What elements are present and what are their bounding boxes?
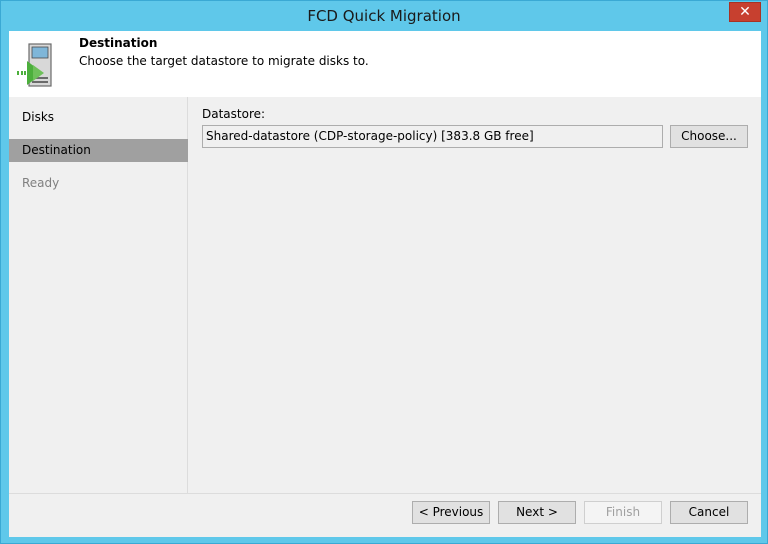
close-icon: ✕: [739, 4, 751, 20]
choose-datastore-button[interactable]: Choose...: [670, 125, 748, 148]
nav-step-destination[interactable]: Destination: [9, 139, 188, 162]
close-button[interactable]: ✕: [729, 2, 761, 22]
nav-step-ready: Ready: [22, 176, 60, 190]
destination-panel: Datastore: Shared-datastore (CDP-storage…: [189, 97, 761, 493]
page-subtitle: Choose the target datastore to migrate d…: [79, 54, 369, 68]
wizard-header: Destination Choose the target datastore …: [9, 31, 761, 97]
wizard-footer: < Previous Next > Finish Cancel: [9, 494, 761, 537]
migration-wizard-icon: [17, 43, 52, 87]
next-button[interactable]: Next >: [498, 501, 576, 524]
window-title: FCD Quick Migration: [307, 7, 461, 25]
wizard-client: Destination Choose the target datastore …: [9, 31, 761, 537]
wizard-steps-nav: Disks Destination Ready: [9, 97, 188, 493]
wizard-window: FCD Quick Migration ✕ Destination Choose…: [0, 0, 768, 544]
page-title: Destination: [79, 36, 158, 50]
title-bar: FCD Quick Migration: [1, 1, 767, 31]
cancel-button[interactable]: Cancel: [670, 501, 748, 524]
finish-button: Finish: [584, 501, 662, 524]
nav-step-disks[interactable]: Disks: [9, 106, 188, 129]
datastore-field: Shared-datastore (CDP-storage-policy) [3…: [202, 125, 663, 148]
previous-button[interactable]: < Previous: [412, 501, 490, 524]
datastore-label: Datastore:: [202, 107, 266, 121]
